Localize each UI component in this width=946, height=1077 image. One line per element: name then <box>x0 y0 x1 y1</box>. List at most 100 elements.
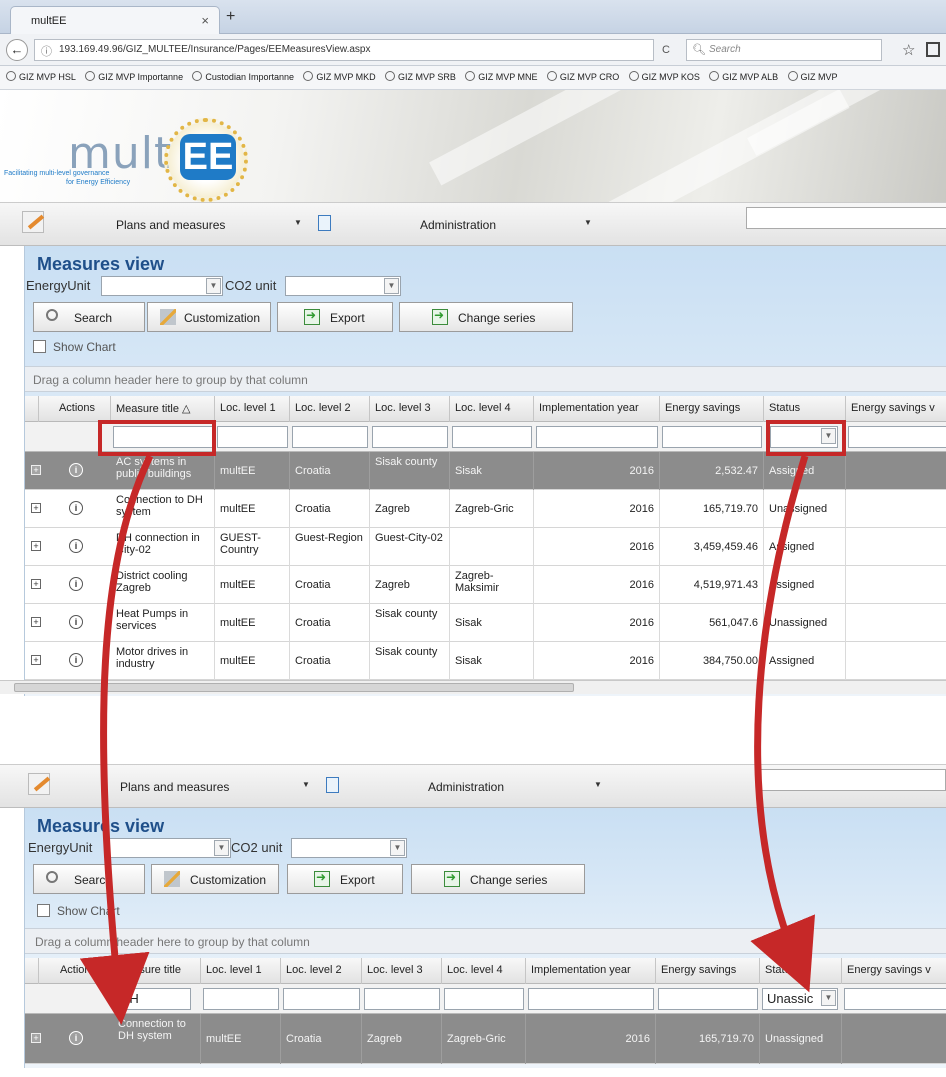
column-header-loc-level-1[interactable]: Loc. level 1 <box>201 958 281 984</box>
column-header-measure-title[interactable]: Measure title △ <box>111 396 215 422</box>
menu-administration[interactable]: Administration <box>428 780 504 794</box>
filter-loc-level-2-input[interactable] <box>283 988 360 1010</box>
url-field[interactable]: ⓘ 193.169.49.96/GIZ_MULTEE/Insurance/Pag… <box>34 39 654 61</box>
table-row[interactable]: + i DH connection in City-02 GUEST-Countr… <box>25 528 946 566</box>
column-header-actions[interactable]: Actions <box>39 958 113 984</box>
column-header-loc-level-2[interactable]: Loc. level 2 <box>281 958 362 984</box>
change-series-button[interactable]: Change series <box>399 302 573 332</box>
filter-energy-savings-input[interactable] <box>658 988 758 1010</box>
table-row[interactable]: + i Connection to DH system multEE Croati… <box>25 490 946 528</box>
expand-plus-icon[interactable]: + <box>31 465 41 475</box>
column-header-loc-level-2[interactable]: Loc. level 2 <box>290 396 370 422</box>
expand-plus-icon[interactable]: + <box>31 617 41 627</box>
column-header-loc-level-3[interactable]: Loc. level 3 <box>362 958 442 984</box>
search-button[interactable]: Search <box>33 864 145 894</box>
browser-tab[interactable]: multEE × <box>10 6 220 34</box>
table-row[interactable]: + i District cooling Zagreb multEE Croati… <box>25 566 946 604</box>
column-header-energy-savings[interactable]: Energy savings <box>660 396 764 422</box>
table-row[interactable]: + i Connection to DH system multEE Croati… <box>25 1014 946 1064</box>
info-icon[interactable]: i <box>69 539 83 553</box>
expand-plus-icon[interactable]: + <box>31 503 41 513</box>
filter-loc-level-3-input[interactable] <box>372 426 448 448</box>
filter-energy-savings-input[interactable] <box>662 426 762 448</box>
co2-unit-select[interactable]: ▼ <box>285 276 401 296</box>
bookmark-item[interactable]: GIZ MVP <box>787 71 838 82</box>
filter-loc-level-1-input[interactable] <box>203 988 279 1010</box>
bookmark-item[interactable]: Custodian Importanne <box>192 71 294 82</box>
column-header-measure-title[interactable]: Measure title <box>113 958 201 984</box>
new-tab-button[interactable]: + <box>226 8 235 26</box>
site-search-input[interactable] <box>746 207 946 229</box>
column-header-implementation-year[interactable]: Implementation year <box>526 958 656 984</box>
filter-status-select[interactable]: Unassic ▼ <box>762 988 838 1010</box>
co2-unit-select[interactable]: ▼ <box>291 838 407 858</box>
library-icon[interactable] <box>926 42 940 57</box>
export-button[interactable]: Export <box>287 864 403 894</box>
customization-button[interactable]: Customization <box>151 864 279 894</box>
bookmark-item[interactable]: GIZ MVP HSL <box>6 71 76 82</box>
info-icon[interactable]: i <box>69 653 83 667</box>
notepad-icon[interactable] <box>22 211 44 233</box>
filter-energy-savings-v-input[interactable] <box>844 988 946 1010</box>
filter-loc-level-2-input[interactable] <box>292 426 368 448</box>
bookmark-item[interactable]: GIZ MVP MKD <box>303 71 376 82</box>
info-icon[interactable]: i <box>69 615 83 629</box>
group-by-area[interactable]: Drag a column header here to group by th… <box>25 366 946 392</box>
filter-loc-level-4-input[interactable] <box>444 988 524 1010</box>
menu-administration[interactable]: Administration <box>420 218 496 232</box>
bookmark-item[interactable]: GIZ MVP CRO <box>546 71 619 82</box>
filter-loc-level-4-input[interactable] <box>452 426 532 448</box>
browser-search-field[interactable]: 🔍︎ Search <box>686 39 882 61</box>
column-header-energy-savings-v[interactable]: Energy savings v <box>846 396 946 422</box>
expand-plus-icon[interactable]: + <box>31 541 41 551</box>
group-by-area[interactable]: Drag a column header here to group by th… <box>25 928 946 954</box>
info-icon[interactable]: i <box>69 463 83 477</box>
column-header-energy-savings-v[interactable]: Energy savings v <box>842 958 946 984</box>
caret-down-icon[interactable]: ▼ <box>584 218 592 227</box>
bookmark-item[interactable]: GIZ MVP ALB <box>709 71 778 82</box>
bookmark-item[interactable]: GIZ MVP SRB <box>385 71 456 82</box>
site-search-input[interactable] <box>760 769 946 791</box>
column-header-status[interactable]: Status <box>760 958 842 984</box>
show-chart-checkbox[interactable] <box>33 340 46 353</box>
reload-icon[interactable]: C <box>662 44 670 56</box>
column-header-implementation-year[interactable]: Implementation year <box>534 396 660 422</box>
expand-plus-icon[interactable]: + <box>31 655 41 665</box>
export-button[interactable]: Export <box>277 302 393 332</box>
filter-loc-level-1-input[interactable] <box>217 426 288 448</box>
column-header-energy-savings[interactable]: Energy savings <box>656 958 760 984</box>
show-chart-checkbox[interactable] <box>37 904 50 917</box>
filter-implementation-year-input[interactable] <box>528 988 654 1010</box>
info-icon[interactable]: i <box>69 501 83 515</box>
customization-button[interactable]: Customization <box>147 302 271 332</box>
energy-unit-select[interactable]: ▼ <box>101 276 223 296</box>
chevron-down-icon[interactable]: ▼ <box>206 278 221 294</box>
bookmark-item[interactable]: GIZ MVP Importanne <box>85 71 183 82</box>
notepad-icon[interactable] <box>28 773 50 795</box>
back-arrow-icon[interactable]: ← <box>6 39 28 61</box>
bookmark-item[interactable]: GIZ MVP MNE <box>465 71 538 82</box>
caret-down-icon[interactable]: ▼ <box>594 780 602 789</box>
table-row[interactable]: + i Heat Pumps in services multEE Croatia… <box>25 604 946 642</box>
chevron-down-icon[interactable]: ▼ <box>821 990 836 1006</box>
chevron-down-icon[interactable]: ▼ <box>390 840 405 856</box>
expand-plus-icon[interactable]: + <box>31 579 41 589</box>
menu-plans-and-measures[interactable]: Plans and measures <box>120 780 229 794</box>
table-row[interactable]: + i AC systems in public buildings multEE… <box>25 452 946 490</box>
filter-measure-title-input[interactable]: DH <box>115 988 191 1010</box>
energy-unit-select[interactable]: ▼ <box>109 838 231 858</box>
column-header-loc-level-4[interactable]: Loc. level 4 <box>450 396 534 422</box>
chevron-down-icon[interactable]: ▼ <box>384 278 399 294</box>
column-header-status[interactable]: Status <box>764 396 846 422</box>
tab-close-icon[interactable]: × <box>201 13 209 28</box>
filter-implementation-year-input[interactable] <box>536 426 658 448</box>
column-header-loc-level-4[interactable]: Loc. level 4 <box>442 958 526 984</box>
filter-loc-level-3-input[interactable] <box>364 988 440 1010</box>
chevron-down-icon[interactable]: ▼ <box>214 840 229 856</box>
bookmark-star-icon[interactable]: ☆ <box>902 41 915 59</box>
column-header-actions[interactable]: Actions <box>39 396 111 422</box>
expand-plus-icon[interactable]: + <box>31 1033 41 1043</box>
info-icon[interactable]: i <box>69 1031 83 1045</box>
filter-energy-savings-v-input[interactable] <box>848 426 946 448</box>
table-row[interactable]: + i Motor drives in industry multEE Croat… <box>25 642 946 680</box>
